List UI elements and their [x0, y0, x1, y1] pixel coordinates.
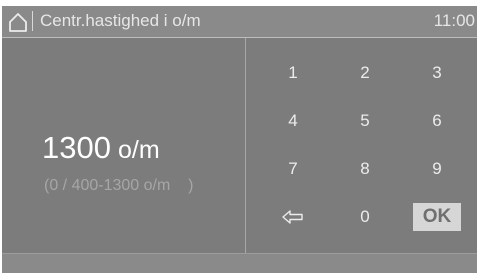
- header-bar: Centr.hastighed i o/m 11:00: [2, 6, 477, 38]
- value-panel: 1300 o/m (0 / 400-1300 o/m ): [2, 38, 245, 253]
- panel-divider: [245, 38, 246, 253]
- key-7[interactable]: 7: [265, 152, 321, 186]
- key-0[interactable]: 0: [337, 200, 393, 234]
- key-1[interactable]: 1: [265, 56, 321, 90]
- header-separator: [32, 11, 33, 31]
- value-unit: o/m: [117, 136, 160, 164]
- clock-time: 11:00: [433, 11, 475, 30]
- key-3[interactable]: 3: [409, 56, 465, 90]
- footer-bar: [2, 253, 477, 273]
- backspace-arrow-icon: [282, 210, 303, 224]
- page-title: Centr.hastighed i o/m: [40, 11, 201, 30]
- key-2[interactable]: 2: [337, 56, 393, 90]
- home-icon[interactable]: [8, 12, 28, 32]
- numeric-keypad: 1 2 3 4 5 6 7 8 9 0 OK: [257, 50, 475, 240]
- ok-button[interactable]: OK: [413, 203, 461, 231]
- main-panel: 1300 o/m (0 / 400-1300 o/m ) 1 2 3 4 5 6 …: [2, 38, 477, 253]
- current-value: 1300 o/m: [42, 131, 160, 167]
- allowed-range: (0 / 400-1300 o/m ): [44, 177, 194, 194]
- key-4[interactable]: 4: [265, 104, 321, 138]
- key-5[interactable]: 5: [337, 104, 393, 138]
- backspace-button[interactable]: [265, 200, 321, 234]
- value-number: 1300: [42, 130, 111, 165]
- key-8[interactable]: 8: [337, 152, 393, 186]
- screen: Centr.hastighed i o/m 11:00 1300 o/m (0 /…: [0, 0, 479, 273]
- key-9[interactable]: 9: [409, 152, 465, 186]
- key-6[interactable]: 6: [409, 104, 465, 138]
